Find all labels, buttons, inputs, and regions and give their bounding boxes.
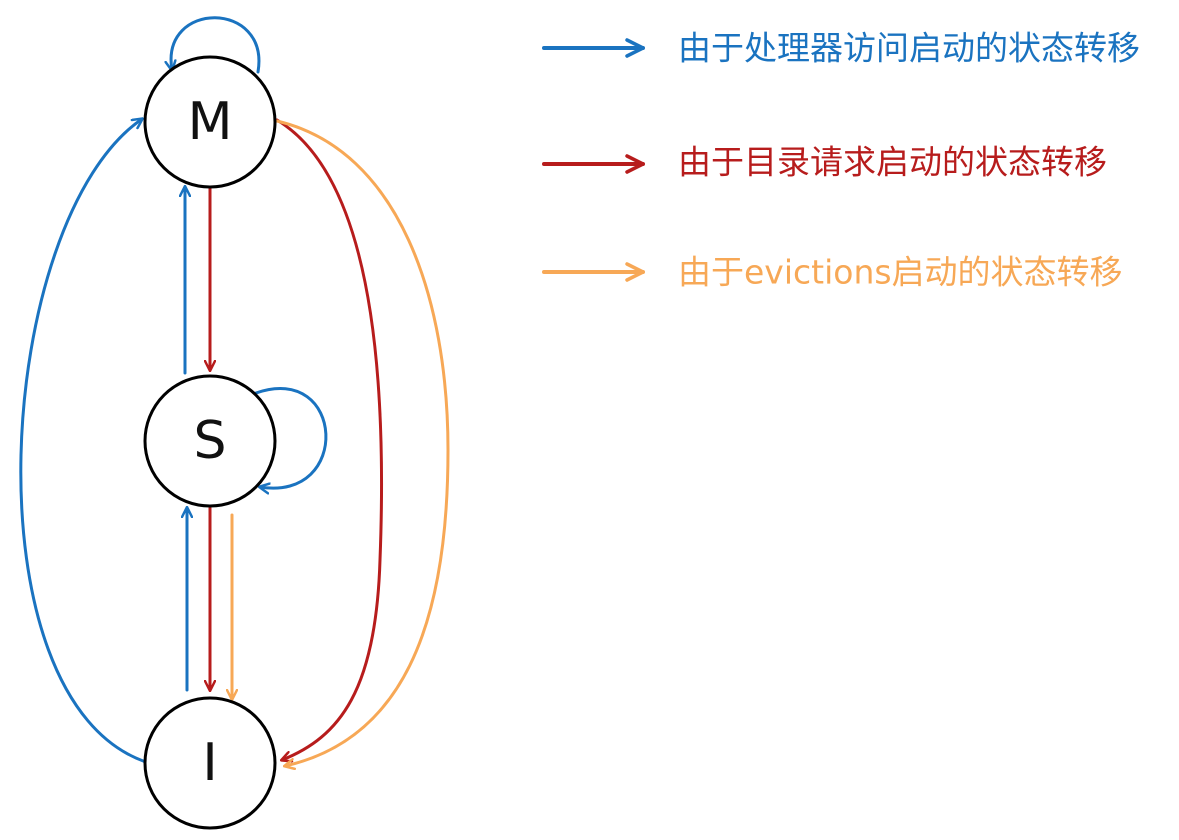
state-node-m: M: [143, 55, 277, 189]
edge-i-to-m-processor: [19, 119, 148, 764]
legend-label: 由于目录请求启动的状态转移: [678, 143, 1107, 182]
legend-item-processor: 由于处理器访问启动的状态转移: [542, 29, 1140, 68]
edge-m-to-i-eviction: [275, 119, 450, 766]
state-label: M: [188, 92, 233, 152]
state-label: I: [202, 733, 217, 793]
edge-m-to-i-directory: [275, 118, 384, 760]
legend-label: 由于处理器访问启动的状态转移: [678, 29, 1140, 68]
legend-label: 由于evictions启动的状态转移: [678, 253, 1123, 292]
state-transition-diagram: M S I 由于处理器访问启动的状态转移 由于目录请求启动的状态转移 由于evi…: [19, 16, 1140, 830]
legend-item-eviction: 由于evictions启动的状态转移: [542, 253, 1123, 292]
state-label: S: [193, 411, 226, 471]
legend: 由于处理器访问启动的状态转移 由于目录请求启动的状态转移 由于evictions…: [542, 29, 1140, 292]
legend-item-directory: 由于目录请求启动的状态转移: [542, 143, 1107, 182]
state-node-s: S: [143, 374, 277, 508]
state-node-i: I: [143, 696, 277, 830]
